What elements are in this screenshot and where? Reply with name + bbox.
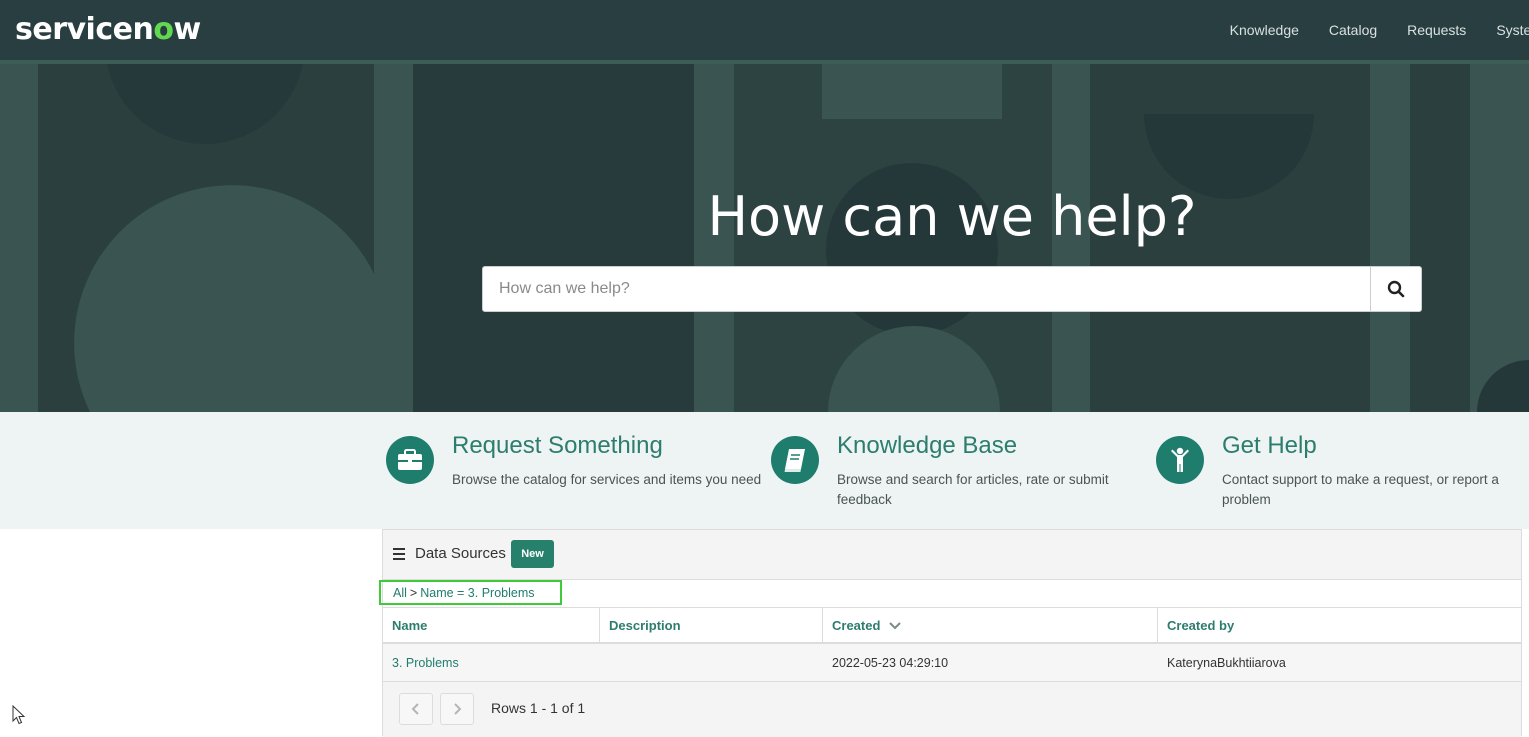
- briefcase-icon: [398, 449, 422, 470]
- feature-description: Contact support to make a request, or re…: [1222, 472, 1499, 507]
- cell-name[interactable]: 3. Problems: [383, 644, 600, 681]
- search-button[interactable]: [1370, 267, 1421, 311]
- column-header-name[interactable]: Name: [383, 608, 600, 643]
- feature-icon-circle: [1156, 436, 1204, 484]
- table-header: Name Description Created Created by: [383, 607, 1521, 644]
- table-row: 3. Problems 2022-05-23 04:29:10 Kateryna…: [383, 644, 1521, 682]
- chevron-down-icon: [889, 621, 902, 629]
- servicenow-logo[interactable]: servicenow: [15, 10, 201, 50]
- cell-created-by: KaterynaBukhtiiarova: [1167, 655, 1286, 670]
- breadcrumb-filter[interactable]: Name = 3. Problems: [420, 586, 534, 600]
- feature-strip: Request Something Browse the catalog for…: [0, 412, 1529, 529]
- logo-text-end: w: [173, 12, 201, 47]
- column-header-description[interactable]: Description: [600, 608, 823, 643]
- breadcrumb: All > Name = 3. Problems: [379, 580, 562, 605]
- hero-title: How can we help?: [707, 185, 1197, 248]
- column-header-created-by[interactable]: Created by: [1158, 608, 1521, 643]
- column-label: Created by: [1167, 618, 1235, 633]
- hero-banner: How can we help?: [0, 64, 1529, 412]
- previous-page-button[interactable]: [399, 693, 433, 725]
- column-label: Description: [609, 618, 681, 633]
- top-header: servicenow Knowledge Catalog Requests Sy…: [0, 0, 1529, 64]
- pagination: Rows 1 - 1 of 1: [383, 682, 1521, 737]
- mouse-cursor-icon: [12, 705, 26, 725]
- breadcrumb-separator: >: [409, 585, 418, 600]
- chevron-right-icon: [454, 703, 462, 715]
- cell-created: 2022-05-23 04:29:10: [832, 655, 949, 670]
- search-icon: [1387, 280, 1405, 298]
- logo-text: servicen: [15, 12, 154, 47]
- top-nav: Knowledge Catalog Requests System: [1200, 0, 1529, 60]
- nav-system[interactable]: System: [1496, 22, 1529, 38]
- feature-description: Browse and search for articles, rate or …: [837, 472, 1109, 507]
- cell-description: [600, 644, 823, 681]
- feature-title: Knowledge Base: [837, 432, 1018, 459]
- feature-icon-circle: [386, 436, 434, 484]
- book-icon: [784, 449, 805, 472]
- feature-icon-circle: [771, 436, 819, 484]
- panel-header: Data Sources New: [383, 530, 1521, 580]
- nav-requests[interactable]: Requests: [1407, 22, 1466, 38]
- panel-title: Data Sources: [415, 545, 506, 562]
- column-label: Created: [832, 618, 881, 633]
- next-page-button[interactable]: [440, 693, 474, 725]
- column-label: Name: [392, 618, 428, 633]
- data-sources-panel: Data Sources New All > Name = 3. Problem…: [379, 529, 1522, 737]
- feature-title: Get Help: [1222, 432, 1317, 459]
- feature-title: Request Something: [452, 432, 663, 459]
- search-box: [482, 266, 1422, 312]
- search-input[interactable]: [483, 267, 1371, 311]
- person-icon: [1171, 447, 1189, 472]
- column-header-created[interactable]: Created: [823, 608, 1158, 643]
- logo-text-o: o: [153, 12, 174, 47]
- data-sources-table: Name Description Created Created by 3. P…: [383, 607, 1521, 682]
- feature-description: Browse the catalog for services and item…: [452, 472, 762, 487]
- rows-count: Rows 1 - 1 of 1: [491, 700, 586, 716]
- nav-knowledge[interactable]: Knowledge: [1230, 22, 1299, 38]
- new-button[interactable]: New: [511, 540, 554, 568]
- nav-catalog[interactable]: Catalog: [1329, 22, 1377, 38]
- list-menu-icon[interactable]: [393, 548, 405, 560]
- chevron-left-icon: [411, 703, 419, 715]
- breadcrumb-all[interactable]: All: [393, 586, 407, 600]
